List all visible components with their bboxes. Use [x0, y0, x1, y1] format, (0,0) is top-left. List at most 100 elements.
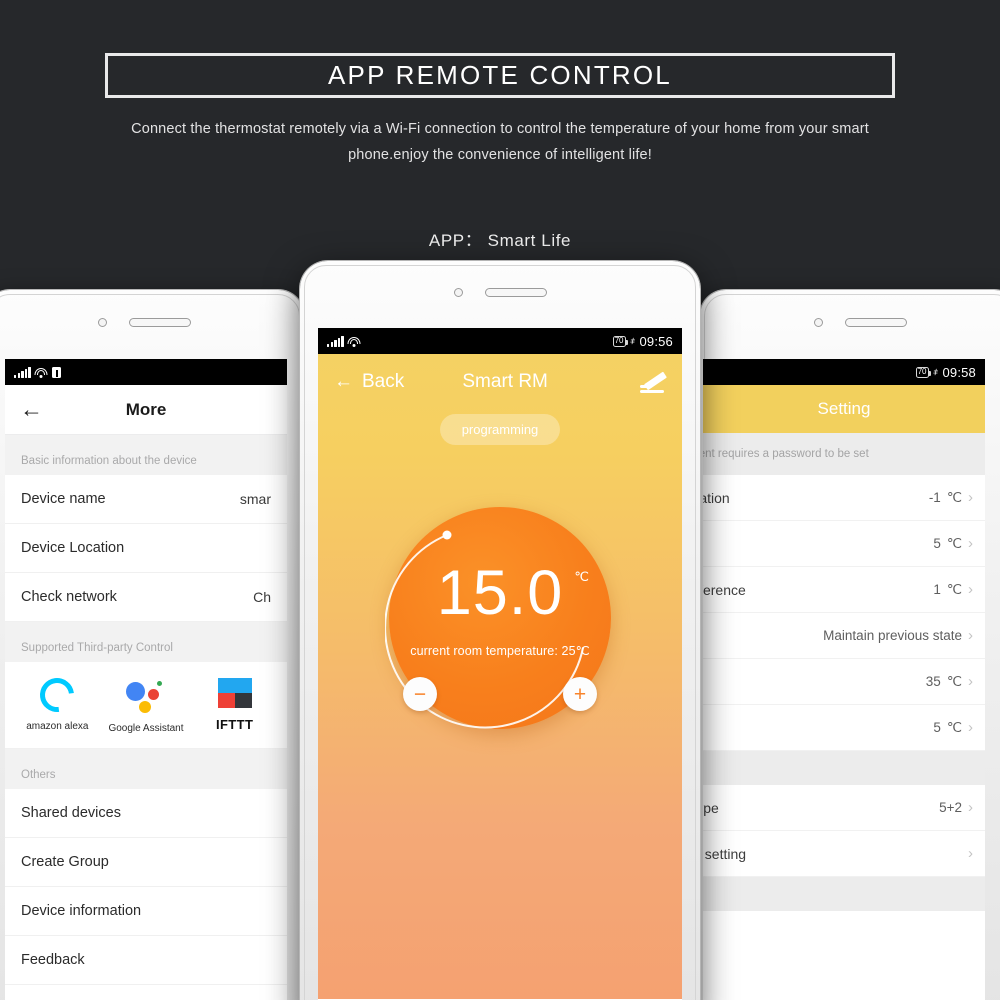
- charging-icon: ⧧: [629, 335, 637, 347]
- logo-item-ifttt[interactable]: IFTTT: [192, 678, 278, 732]
- earpiece-speaker-icon: [844, 318, 907, 327]
- wifi-icon: [347, 336, 361, 347]
- logo-caption: Google Assistant: [108, 723, 184, 734]
- chevron-right-icon: ›: [968, 581, 973, 598]
- ifttt-logo-icon: [217, 678, 252, 708]
- app-name-label: APP： Smart Life: [428, 231, 572, 250]
- decrease-temperature-button[interactable]: −: [403, 677, 437, 711]
- row-value-group: 35 ℃ ›: [926, 673, 973, 690]
- status-bar-mid: 70 ⧧ 09:56: [318, 328, 682, 354]
- row-device-name[interactable]: Device name smar: [5, 475, 287, 524]
- row-value-group: 5 ℃ ›: [933, 535, 973, 552]
- earpiece-speaker-icon: [128, 318, 191, 327]
- section-header-others: Others: [5, 749, 287, 789]
- row-device-information[interactable]: Device information: [5, 887, 287, 936]
- row-label: Device name: [21, 491, 106, 507]
- battery-icon: 70: [612, 335, 628, 347]
- chevron-right-icon: ›: [968, 673, 973, 690]
- chevron-right-icon: ›: [968, 489, 973, 506]
- row-value-group: ›: [962, 845, 973, 862]
- row-value: 35: [925, 674, 941, 689]
- row-label: am type: [703, 799, 719, 816]
- page-title-more: More: [125, 399, 167, 419]
- chevron-right-icon: ›: [968, 845, 973, 862]
- row-value-group: 1 ℃ ›: [933, 581, 973, 598]
- page-subtitle: Connect the thermostat remotely via a Wi…: [131, 121, 869, 163]
- row-temp-compensation[interactable]: pensation -1 ℃ ›: [703, 475, 985, 521]
- row-temp-min[interactable]: nin 5 ℃ ›: [703, 705, 985, 751]
- phone-earpiece-row: [300, 288, 700, 297]
- row-program-type[interactable]: am type 5+2 ›: [703, 785, 985, 831]
- battery-icon: 70: [915, 366, 931, 378]
- logo-caption: IFTTT: [215, 717, 254, 732]
- row-label: Create Group: [21, 854, 109, 870]
- third-party-logo-row: amazon alexa Google Assistant IFTTT: [5, 662, 287, 749]
- row-power-on-state[interactable]: e Maintain previous state ›: [703, 613, 985, 659]
- row-unit: ℃: [946, 673, 962, 689]
- nav-bar-more: ← More: [5, 385, 287, 435]
- back-arrow-icon[interactable]: ←: [20, 398, 43, 421]
- thermostat-dial-wrap: ℃ 15.0 current room temperature: 25℃ − +: [318, 507, 682, 729]
- clock-label: 09:58: [942, 364, 976, 380]
- row-value: 5: [933, 536, 941, 551]
- row-value-group: -1 ℃ ›: [929, 489, 973, 506]
- row-value: Ch: [253, 589, 271, 605]
- row-temp-difference[interactable]: b. difference 1 ℃ ›: [703, 567, 985, 613]
- front-camera-icon: [97, 318, 107, 327]
- row-label: Device Location: [21, 540, 125, 556]
- wifi-icon: [34, 367, 48, 378]
- row-unit: ℃: [946, 535, 962, 551]
- row-value: -1: [928, 490, 941, 505]
- row-value-group: 5+2 ›: [939, 799, 973, 816]
- increase-temperature-button[interactable]: +: [563, 677, 597, 711]
- row-device-location[interactable]: Device Location: [5, 524, 287, 573]
- amazon-alexa-logo-icon: [33, 671, 82, 719]
- row-label: Feedback: [21, 952, 85, 968]
- phone-mid-smart-rm: 70 ⧧ 09:56 ← Back Smart RM programming ℃…: [300, 261, 700, 1000]
- phone-earpiece-row: [700, 318, 1000, 327]
- status-bar-right: 70 ⧧ 09:58: [703, 359, 985, 385]
- page-title-smart-rm: Smart RM: [462, 371, 548, 392]
- row-program-setting[interactable]: gram setting ›: [703, 831, 985, 877]
- page-title-setting: Setting: [817, 399, 871, 418]
- chevron-right-icon: ›: [968, 627, 973, 644]
- row-value: smar: [239, 491, 271, 507]
- back-button[interactable]: ← Back: [334, 371, 404, 393]
- section-header-third-party: Supported Third-party Control: [5, 622, 287, 662]
- nav-bar-smart-rm: ← Back Smart RM: [318, 354, 682, 410]
- row-label: Shared devices: [21, 805, 121, 821]
- row-check-network[interactable]: Check network Ch: [5, 573, 287, 622]
- phone-left-more: ← More Basic information about the devic…: [0, 290, 304, 1000]
- earpiece-speaker-icon: [484, 288, 547, 297]
- logo-item-google-assistant[interactable]: Google Assistant: [103, 678, 189, 734]
- row-label: Device information: [21, 903, 142, 919]
- row-label: gram setting: [703, 845, 747, 862]
- thermostat-dial[interactable]: ℃ 15.0 current room temperature: 25℃ − +: [385, 507, 611, 729]
- charging-icon: ⧧: [932, 366, 940, 378]
- chevron-right-icon: ›: [968, 535, 973, 552]
- phone-right-setting: 70 ⧧ 09:58 Setting content requires a pa…: [700, 290, 1000, 1000]
- nav-bar-setting: Setting: [703, 385, 985, 433]
- logo-item-alexa[interactable]: amazon alexa: [14, 671, 100, 732]
- signal-icon: [14, 366, 31, 378]
- programming-pill-wrap: programming: [318, 414, 682, 445]
- row-value: 5: [933, 720, 941, 735]
- chevron-right-icon: ›: [968, 719, 973, 736]
- password-hint: content requires a password to be set: [703, 433, 985, 475]
- phone-mid-screen: 70 ⧧ 09:56 ← Back Smart RM programming ℃…: [318, 328, 682, 1000]
- row-shared-devices[interactable]: Shared devices: [5, 789, 287, 838]
- google-assistant-logo-icon: [125, 678, 166, 714]
- row-temp-limit[interactable]: imit 5 ℃ ›: [703, 521, 985, 567]
- row-create-group[interactable]: Create Group: [5, 838, 287, 887]
- row-value-group: 5 ℃ ›: [933, 719, 973, 736]
- section-divider-bottom: [703, 877, 985, 911]
- pencil-icon[interactable]: [640, 371, 667, 393]
- phone-left-screen: ← More Basic information about the devic…: [5, 359, 287, 1000]
- row-temp-max[interactable]: nax 35 ℃ ›: [703, 659, 985, 705]
- programming-button[interactable]: programming: [439, 414, 561, 445]
- front-camera-icon: [813, 318, 823, 327]
- row-feedback[interactable]: Feedback: [5, 936, 287, 985]
- sim-card-icon: [51, 366, 61, 378]
- phone-right-screen: 70 ⧧ 09:58 Setting content requires a pa…: [703, 359, 985, 1000]
- status-bar-left: [5, 359, 287, 385]
